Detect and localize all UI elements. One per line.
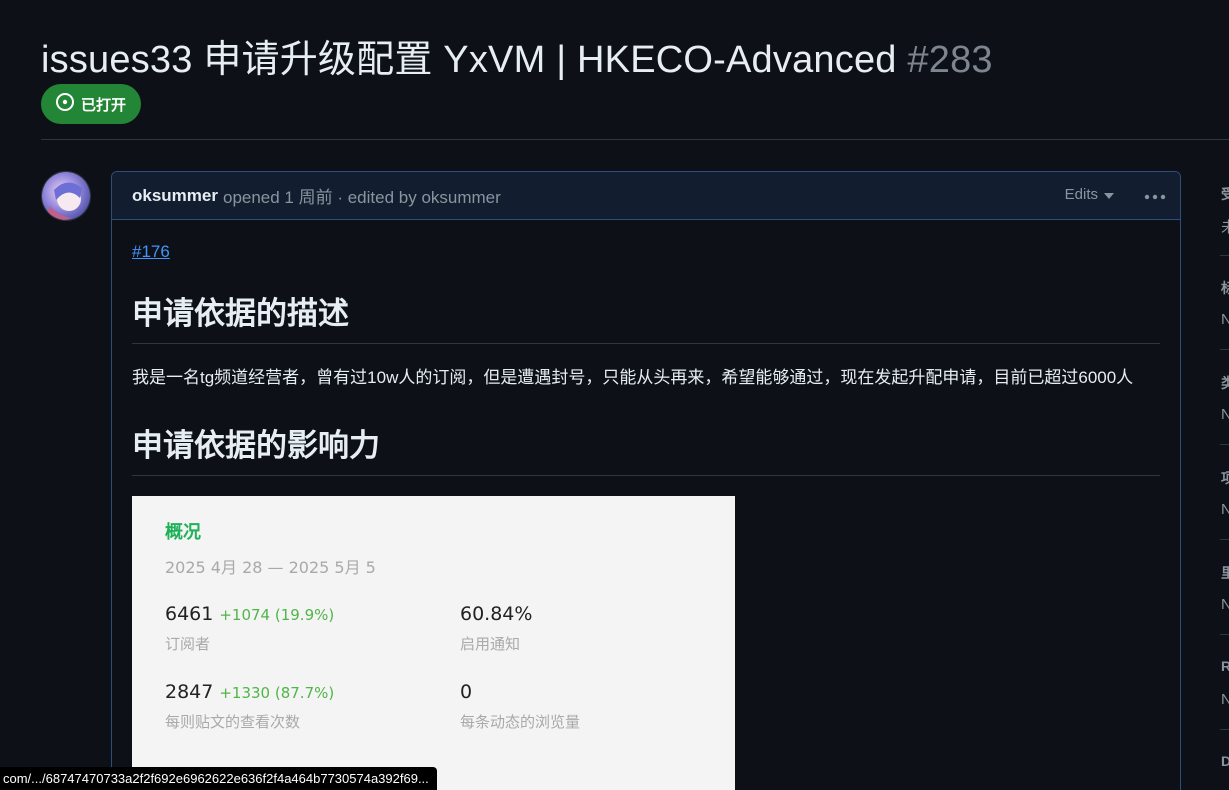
description-paragraph: 我是一名tg频道经营者，曾有过10w人的订阅，但是遭遇封号，只能从头再来，希望能…: [132, 368, 1134, 387]
kebab-horizontal-icon: [1144, 185, 1166, 205]
sidebar-divider: [1220, 634, 1229, 635]
sidebar-labels-value: N: [1221, 311, 1229, 328]
sidebar-divider: [1220, 255, 1229, 256]
issue-title: issues33 申请升级配置 YxVM | HKECO-Advanced #2…: [41, 28, 993, 83]
sidebar-relationships-value: N: [1221, 691, 1229, 708]
heading-description: 申请依据的描述: [132, 288, 1160, 344]
sidebar-development-heading[interactable]: D: [1221, 753, 1229, 769]
heading-influence: 申请依据的影响力: [132, 420, 1160, 476]
stat-value: 60.84%: [460, 603, 533, 625]
issue-sidebar: 受 未 标 N 类 N 项 N 里 N R N D: [1205, 171, 1229, 790]
comment-author-link[interactable]: oksummer: [132, 186, 218, 206]
issue-state-label: 已打开: [81, 96, 127, 114]
stats-card-title: 概况: [165, 522, 201, 543]
stat-label: 每条动态的浏览量: [460, 713, 581, 731]
issue-title-text: issues33 申请升级配置 YxVM | HKECO-Advanced: [41, 39, 897, 81]
issue-page: issues33 申请升级配置 YxVM | HKECO-Advanced #2…: [0, 0, 1229, 790]
stat-delta: +1074 (19.9%): [219, 606, 335, 624]
stat-value: 2847: [165, 681, 214, 703]
issue-opened-icon: [55, 92, 75, 116]
issue-reference-link[interactable]: #176: [132, 242, 170, 262]
sidebar-relationships-heading[interactable]: R: [1221, 658, 1229, 674]
channel-stats-image[interactable]: 概况 2025 4月 28 — 2025 5月 5 6461 +1074 (19.…: [132, 496, 735, 790]
edits-label: Edits: [1064, 186, 1098, 203]
link-hover-status-url: com/.../68747470733a2f2f692e6962622e636f…: [0, 767, 437, 790]
sidebar-projects-value: N: [1221, 501, 1229, 518]
comment-body: #176 申请依据的描述 我是一名tg频道经营者，曾有过10w人的订阅，但是遭遇…: [112, 220, 1180, 790]
sidebar-type-heading[interactable]: 类: [1221, 373, 1229, 393]
sidebar-divider: [1220, 539, 1229, 540]
sidebar-projects-heading[interactable]: 项: [1221, 468, 1229, 488]
issue-number: #283: [907, 39, 993, 81]
comment-header: oksummer opened 1 周前 · edited by oksumme…: [112, 172, 1180, 220]
stat-subscribers: 6461 +1074 (19.9%) 订阅者: [165, 603, 334, 654]
author-avatar[interactable]: [41, 171, 91, 221]
stat-label: 订阅者: [165, 635, 211, 653]
comment-options-button[interactable]: [1142, 182, 1168, 208]
stat-notifications: 60.84% 启用通知: [460, 603, 538, 654]
sidebar-divider: [1220, 729, 1229, 730]
issue-state-badge: 已打开: [41, 84, 142, 124]
sidebar-labels-heading[interactable]: 标: [1221, 278, 1229, 298]
sidebar-assignees-heading[interactable]: 受: [1221, 184, 1229, 204]
stat-views-per-story: 0 每条动态的浏览量: [460, 681, 580, 732]
edits-dropdown[interactable]: Edits: [1065, 186, 1114, 203]
sidebar-milestone-value: N: [1221, 596, 1229, 613]
stats-date-range: 2025 4月 28 — 2025 5月 5: [165, 558, 376, 577]
stat-label: 每则贴文的查看次数: [165, 713, 301, 731]
header-divider: [41, 139, 1229, 140]
sidebar-milestone-heading[interactable]: 里: [1221, 563, 1229, 583]
stat-label: 启用通知: [460, 635, 521, 653]
sidebar-divider: [1220, 444, 1229, 445]
stat-value: 0: [460, 681, 473, 703]
sidebar-type-value: N: [1221, 406, 1229, 423]
sidebar-divider: [1220, 349, 1229, 350]
stat-delta: +1330 (87.7%): [219, 684, 335, 702]
caret-down-icon: [1104, 186, 1114, 203]
sidebar-assignees-value: 未: [1221, 219, 1229, 236]
stat-value: 6461: [165, 603, 214, 625]
issue-comment: oksummer opened 1 周前 · edited by oksumme…: [111, 171, 1181, 790]
comment-meta: opened 1 周前 · edited by oksummer: [222, 188, 501, 207]
stat-views-per-post: 2847 +1330 (87.7%) 每则贴文的查看次数: [165, 681, 334, 732]
